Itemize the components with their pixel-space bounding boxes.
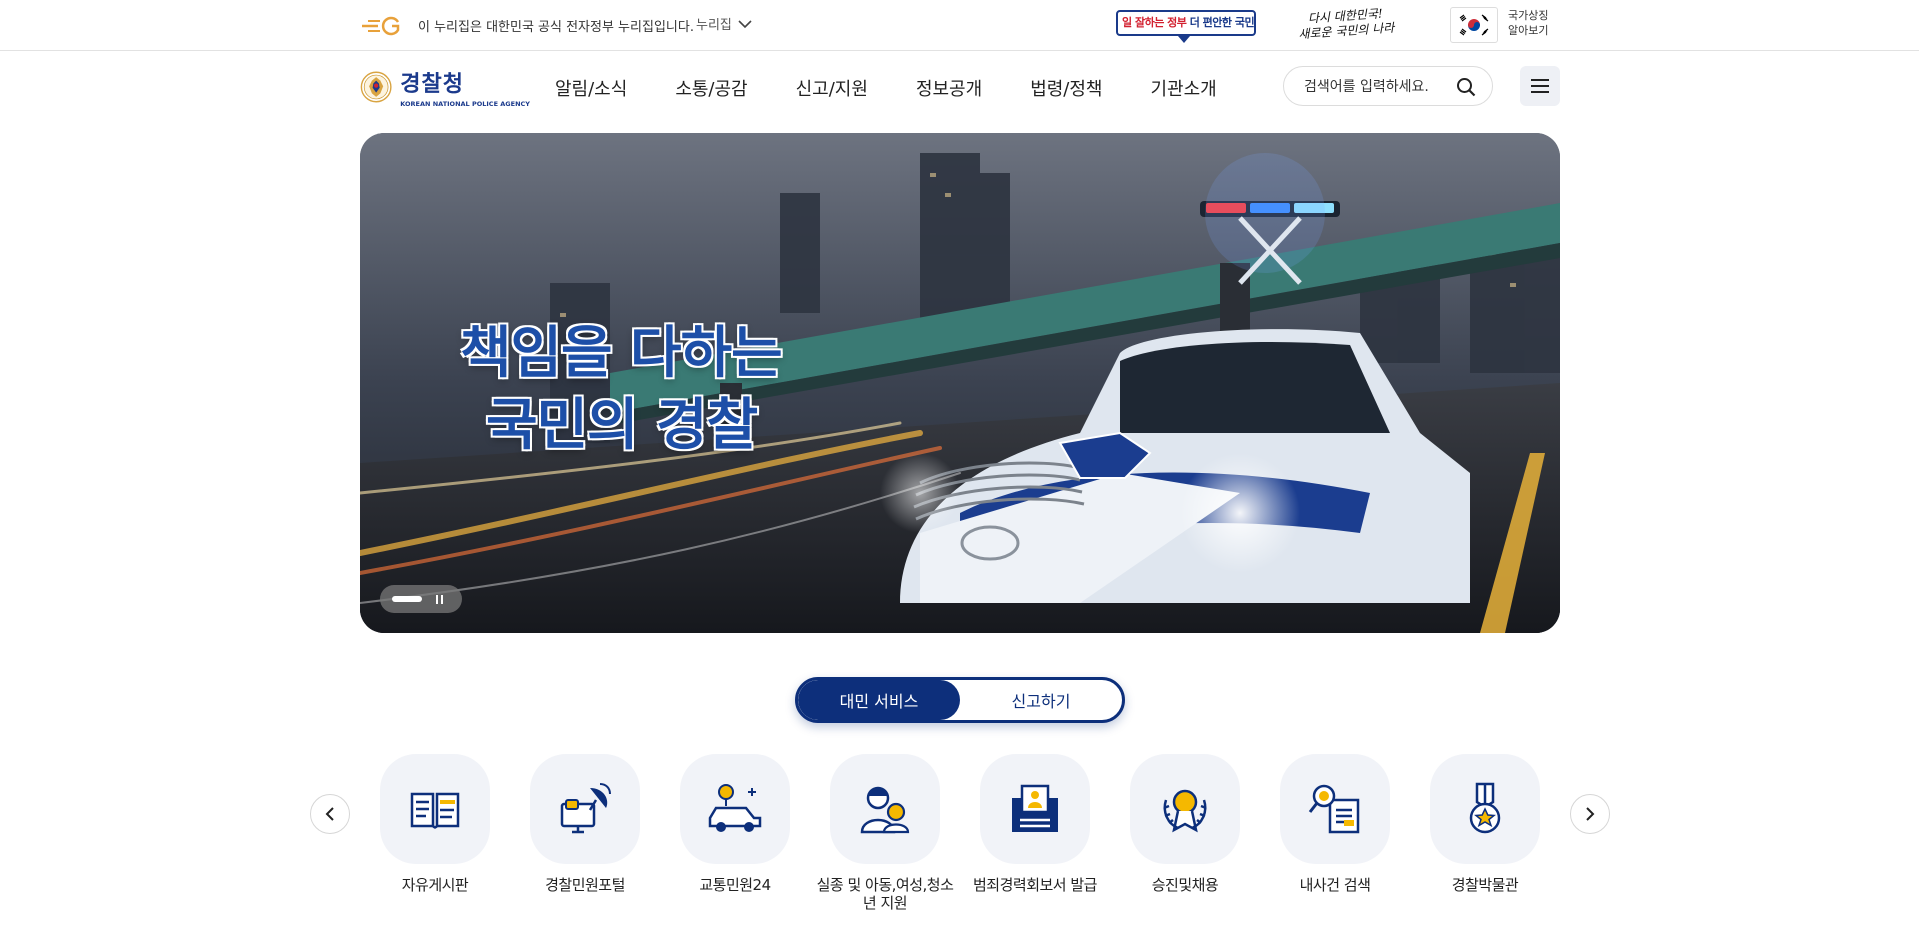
- state-symbol-line1: 국가상징: [1508, 9, 1549, 22]
- medal-laurel-icon: [1163, 789, 1207, 833]
- service-label: 경찰박물관: [1451, 876, 1519, 894]
- service-police-portal[interactable]: 경찰민원포털: [510, 754, 660, 894]
- service-icon-wrap: [1280, 754, 1390, 864]
- slider-progress-bar: [392, 596, 422, 602]
- service-label: 경찰민원포털: [545, 876, 625, 894]
- eg-logo-icon: [362, 16, 400, 36]
- carousel-prev-button[interactable]: [310, 794, 350, 834]
- nav-item-notice[interactable]: 알림/소식: [555, 75, 627, 101]
- service-icon-wrap: [1130, 754, 1240, 864]
- service-label: 실종 및 아동,여성,청소년 지원: [816, 876, 954, 912]
- police-emblem-icon: [360, 71, 392, 103]
- service-icon-wrap: [980, 754, 1090, 864]
- service-icon-wrap: [530, 754, 640, 864]
- board-book-icon: [410, 792, 460, 829]
- traffic-car-icon: [708, 784, 762, 832]
- slider-control[interactable]: [380, 585, 462, 613]
- nav-item-about[interactable]: 기관소개: [1151, 75, 1217, 101]
- hero-title-line1: 책임을 다하는: [460, 321, 783, 386]
- hamburger-menu-button[interactable]: [1520, 66, 1560, 106]
- slogan-badge-text: 일 잘하는 정부 더 편안한 국민: [1122, 14, 1255, 30]
- service-case-search[interactable]: 내사건 검색: [1260, 754, 1410, 894]
- nav-item-communication[interactable]: 소통/공감: [675, 75, 747, 101]
- state-symbol-line2: 알아보기: [1508, 24, 1549, 37]
- service-promotion-hiring[interactable]: 승진및채용: [1110, 754, 1260, 894]
- service-missing-support[interactable]: 실종 및 아동,여성,청소년 지원: [810, 754, 960, 912]
- carousel-next-button[interactable]: [1570, 794, 1610, 834]
- case-search-icon: [1308, 784, 1360, 834]
- chevron-left-icon: [325, 807, 334, 821]
- logo-text-block: 경찰청 KOREAN NATIONAL POLICE AGENCY: [400, 66, 530, 108]
- police-logo-link[interactable]: 경찰청 KOREAN NATIONAL POLICE AGENCY: [360, 62, 530, 112]
- service-traffic-24[interactable]: 교통민원24: [660, 754, 810, 894]
- tab-report[interactable]: 신고하기: [960, 680, 1122, 720]
- hero-title-line2: 국민의 경찰: [486, 393, 758, 458]
- service-label: 범죄경력회보서 발급: [973, 876, 1097, 894]
- satellite-monitor-icon: [560, 783, 611, 834]
- service-icon-wrap: [380, 754, 490, 864]
- service-label: 승진및채용: [1151, 876, 1219, 894]
- nav-item-disclosure[interactable]: 정보공개: [916, 75, 982, 101]
- hero-title: 책임을 다하는 국민의 경찰: [460, 318, 783, 462]
- government-slogan-badge[interactable]: 일 잘하는 정부 더 편안한 국민: [1116, 8, 1256, 44]
- slogan-badge-tail: [1178, 36, 1190, 43]
- hamburger-icon: [1531, 79, 1549, 93]
- nuri-toggle-button[interactable]: 누리집: [696, 14, 752, 33]
- family-icon: [860, 786, 910, 834]
- search-box: [1283, 66, 1493, 106]
- main-navigation: 알림/소식 소통/공감 신고/지원 정보공개 법령/정책 기관소개: [555, 52, 1265, 124]
- service-label: 자유게시판: [401, 876, 469, 894]
- nuri-toggle-label: 누리집: [696, 18, 732, 33]
- hero-banner[interactable]: 책임을 다하는 국민의 경찰: [360, 133, 1560, 633]
- site-header: 경찰청 KOREAN NATIONAL POLICE AGENCY 알림/소식 …: [0, 52, 1919, 124]
- nav-item-report[interactable]: 신고/지원: [796, 75, 868, 101]
- chevron-down-icon: [738, 19, 752, 28]
- service-criminal-record[interactable]: 범죄경력회보서 발급: [960, 754, 1110, 894]
- service-tab-switch: 대민 서비스 신고하기: [795, 677, 1125, 723]
- service-label: 내사건 검색: [1299, 876, 1371, 894]
- gov-banner-strip: 이 누리집은 대한민국 공식 전자정부 누리집입니다. 누리집 일 잘하는 정부…: [0, 0, 1919, 51]
- service-icon-wrap: [830, 754, 940, 864]
- gov-notice-text: 이 누리집은 대한민국 공식 전자정부 누리집입니다.: [418, 20, 694, 35]
- korea-flag-icon: [1457, 13, 1491, 37]
- id-document-icon: [1012, 784, 1058, 832]
- gov-banner-inner: 이 누리집은 대한민국 공식 전자정부 누리집입니다. 누리집 일 잘하는 정부…: [360, 0, 1560, 51]
- service-police-museum[interactable]: 경찰박물관: [1410, 754, 1560, 894]
- nav-item-law-policy[interactable]: 법령/정책: [1030, 75, 1102, 101]
- service-label: 교통민원24: [699, 876, 771, 894]
- tab-civil-service[interactable]: 대민 서비스: [798, 680, 960, 720]
- slogan-red-text: 일 잘하는 정부: [1122, 16, 1187, 29]
- handwritten-slogan[interactable]: 다시 대한민국! 새로운 국민의 나라: [1289, 5, 1403, 47]
- slogan-blue-text: 더 편안한 국민: [1189, 16, 1255, 29]
- museum-medal-icon: [1469, 782, 1501, 834]
- logo-english-name: KOREAN NATIONAL POLICE AGENCY: [400, 100, 530, 108]
- search-icon[interactable]: [1456, 77, 1476, 97]
- taegukgi-flag-icon[interactable]: [1450, 7, 1498, 43]
- service-icon-wrap: [1430, 754, 1540, 864]
- chevron-right-icon: [1586, 807, 1595, 821]
- service-free-board[interactable]: 자유게시판: [360, 754, 510, 894]
- pause-icon[interactable]: [436, 594, 443, 604]
- service-icon-wrap: [680, 754, 790, 864]
- logo-korean-name: 경찰청: [400, 72, 465, 97]
- state-symbol-link[interactable]: 국가상징 알아보기: [1508, 8, 1568, 38]
- search-input[interactable]: [1304, 76, 1454, 98]
